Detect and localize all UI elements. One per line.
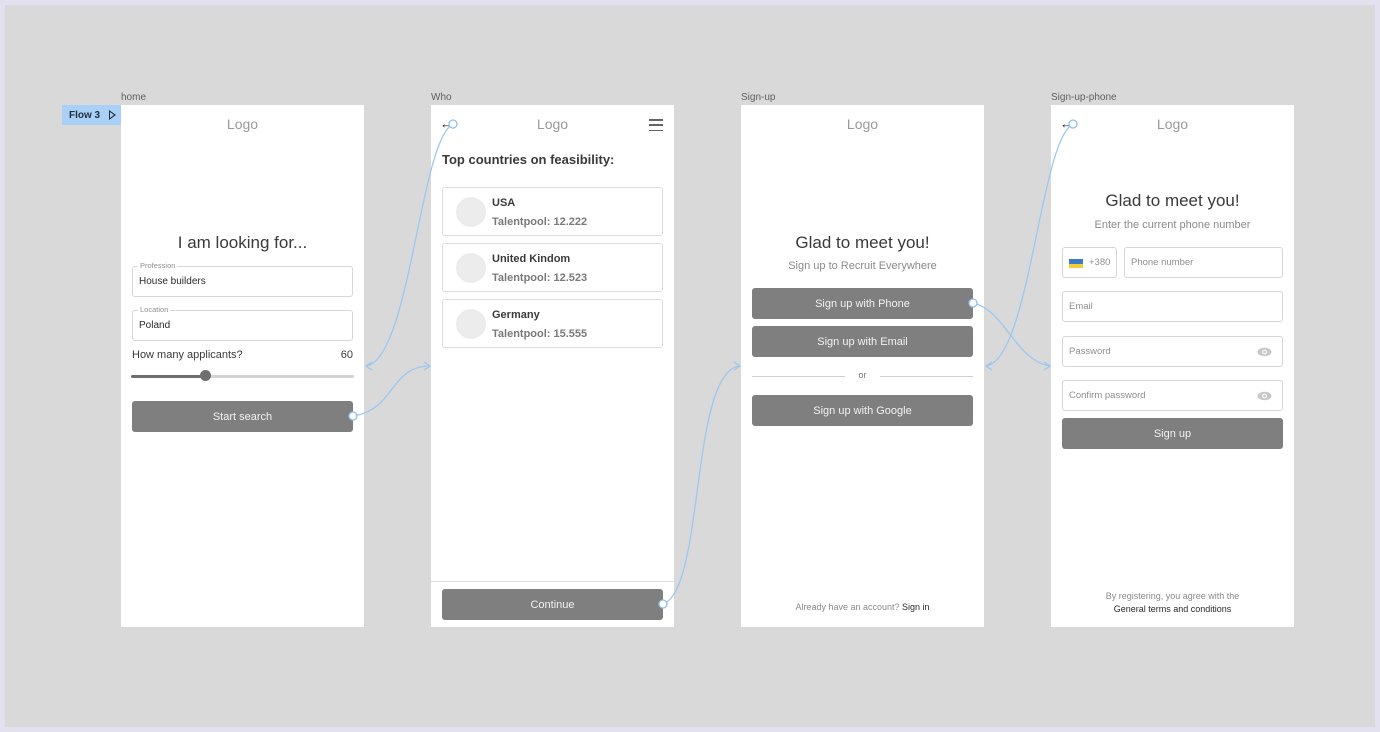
terms-link[interactable]: General terms and conditions (1051, 604, 1294, 614)
country-card[interactable]: United Kindom Talentpool: 12.523 (442, 243, 663, 292)
applicants-label: How many applicants? (132, 349, 243, 361)
eye-icon[interactable] (1257, 391, 1272, 401)
or-divider: or (752, 370, 973, 382)
country-card[interactable]: USA Talentpool: 12.222 (442, 187, 663, 236)
country-code: +380 (1089, 257, 1111, 268)
country-avatar (456, 253, 486, 283)
country-code-select[interactable]: +380 (1062, 247, 1117, 278)
terms-text: By registering, you agree with the (1105, 591, 1240, 601)
signin-prompt: Already have an account? Sign in (741, 602, 984, 612)
signup-google-button[interactable]: Sign up with Google (752, 395, 973, 426)
page-title: Glad to meet you! (795, 233, 930, 252)
flow-start-badge[interactable]: Flow 3 (62, 105, 121, 125)
screen-home: Logo I am looking for... Profession Hous… (121, 105, 364, 627)
country-name: USA (492, 197, 516, 209)
ukraine-flag-icon (1069, 259, 1083, 268)
screen-signup-phone: ← Logo Glad to meet you! Enter the curre… (1051, 105, 1294, 627)
password-input[interactable]: Password (1062, 336, 1283, 367)
profession-value: House builders (139, 276, 206, 287)
page-title: Glad to meet you! (1105, 191, 1240, 210)
signin-link[interactable]: Sign in (902, 602, 930, 612)
logo: Logo (1156, 116, 1189, 132)
signup-button[interactable]: Sign up (1062, 418, 1283, 449)
flow-label: Flow 3 (69, 109, 101, 121)
play-icon (109, 110, 117, 120)
or-label: or (858, 370, 867, 380)
frame-label-signup-phone[interactable]: Sign-up-phone (1051, 92, 1117, 103)
phone-placeholder: Phone number (1131, 257, 1194, 268)
country-name: Germany (492, 309, 540, 321)
applicants-slider[interactable] (131, 370, 354, 381)
frame-label-who[interactable]: Who (431, 92, 452, 103)
email-input[interactable]: Email (1062, 291, 1283, 322)
slider-fill (131, 375, 205, 378)
profession-label: Profession (138, 261, 178, 270)
hamburger-menu-icon[interactable] (649, 119, 663, 131)
logo: Logo (846, 116, 879, 132)
signin-text: Already have an account? (795, 602, 900, 612)
country-talentpool: Talentpool: 12.222 (492, 216, 588, 228)
signup-phone-button[interactable]: Sign up with Phone (752, 288, 973, 319)
footer-divider (431, 581, 674, 582)
confirm-password-input[interactable]: Confirm password (1062, 380, 1283, 411)
profession-field[interactable]: Profession House builders (132, 261, 353, 297)
page-subtitle: Enter the current phone number (1094, 219, 1251, 231)
location-field[interactable]: Location Poland (132, 305, 353, 341)
country-name: United Kindom (492, 253, 571, 265)
page-subtitle: Sign up to Recruit Everywhere (788, 260, 937, 272)
country-talentpool: Talentpool: 15.555 (492, 328, 588, 340)
page-title: I am looking for... (177, 233, 308, 252)
phone-input[interactable]: Phone number (1124, 247, 1283, 278)
password-placeholder: Password (1069, 346, 1111, 357)
location-value: Poland (139, 320, 171, 331)
logo: Logo (226, 116, 259, 132)
location-label: Location (138, 305, 171, 314)
country-card[interactable]: Germany Talentpool: 15.555 (442, 299, 663, 348)
country-talentpool: Talentpool: 12.523 (492, 272, 588, 284)
email-placeholder: Email (1069, 301, 1093, 312)
continue-button[interactable]: Continue (442, 589, 663, 620)
signup-email-button[interactable]: Sign up with Email (752, 326, 973, 357)
frame-label-signup[interactable]: Sign-up (741, 92, 775, 103)
logo: Logo (536, 116, 569, 132)
start-search-button[interactable]: Start search (132, 401, 353, 432)
eye-icon[interactable] (1257, 347, 1272, 357)
country-avatar (456, 197, 486, 227)
section-title: Top countries on feasibility: (442, 152, 615, 167)
applicants-value: 60 (340, 349, 353, 361)
frame-label-home[interactable]: home (121, 92, 146, 103)
confirm-password-placeholder: Confirm password (1069, 390, 1146, 401)
screen-who: ← Logo Top countries on feasibility: USA… (431, 105, 674, 627)
country-avatar (456, 309, 486, 339)
slider-thumb[interactable] (199, 370, 211, 381)
screen-signup: Logo Glad to meet you! Sign up to Recrui… (741, 105, 984, 627)
